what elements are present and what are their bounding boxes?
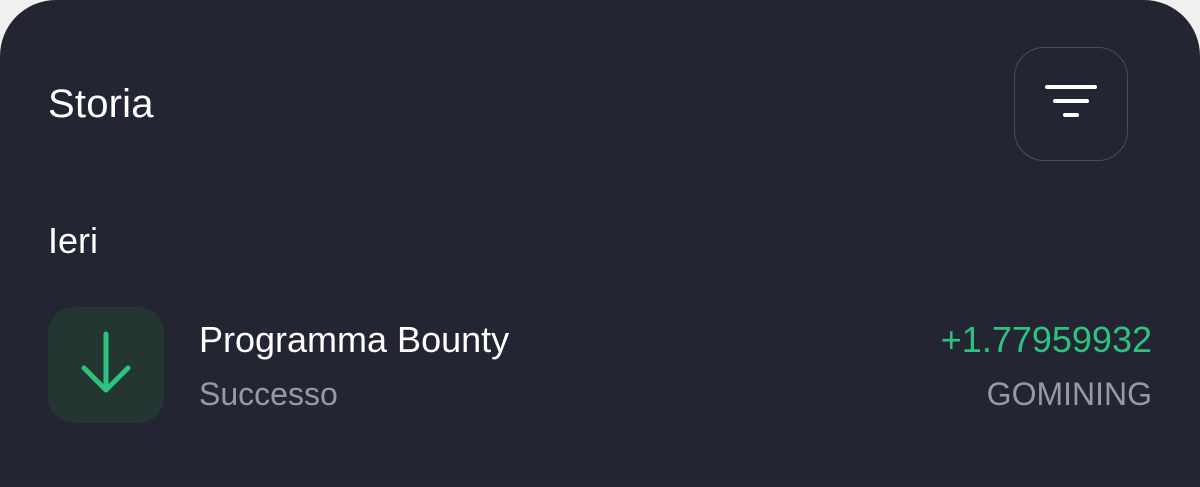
section-label-yesterday: Ieri (48, 220, 99, 261)
transaction-icon-tile (48, 307, 164, 423)
arrow-down-icon (78, 330, 134, 401)
filter-button[interactable] (1014, 47, 1128, 161)
transaction-currency: GOMINING (986, 376, 1152, 412)
page-title: Storia (48, 82, 154, 126)
filter-icon (1045, 82, 1097, 127)
transaction-name: Programma Bounty (199, 319, 510, 360)
transaction-row[interactable]: Programma Bounty Successo +1.77959932 GO… (48, 307, 1152, 423)
transaction-status: Successo (199, 376, 338, 412)
history-panel: Storia Ieri Programma Bounty Successo +1… (0, 0, 1200, 487)
transaction-amount: +1.77959932 (940, 319, 1152, 360)
